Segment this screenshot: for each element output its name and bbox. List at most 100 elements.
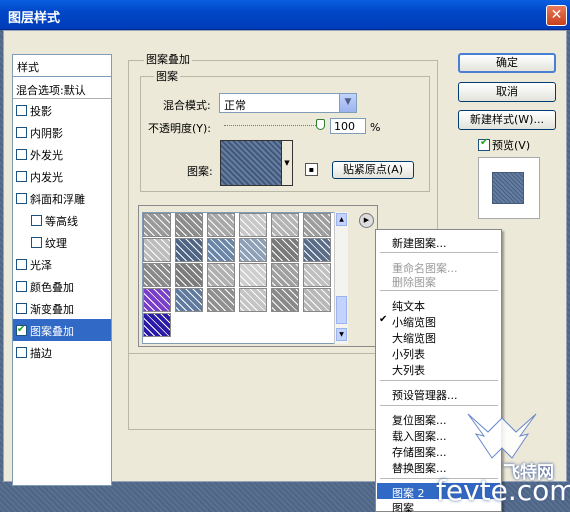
checkbox-icon[interactable] [16,193,27,204]
menu-item[interactable]: 预设管理器... [392,387,458,403]
pattern-grid-scrollbar[interactable]: ▲ ▼ [334,212,348,344]
checkbox-icon[interactable] [16,127,27,138]
checkbox-icon[interactable] [31,215,42,226]
scroll-thumb[interactable] [336,296,347,324]
style-item[interactable]: 描边 [13,341,111,363]
menu-item[interactable]: 大缩览图 [392,330,436,346]
opacity-slider-thumb[interactable] [316,119,325,130]
style-item-label: 图案叠加 [30,325,74,338]
new-preset-icon[interactable]: ▪ [305,163,318,176]
style-item[interactable]: 等高线 [13,209,111,231]
checkbox-icon[interactable] [16,149,27,160]
pattern-swatch-thumb[interactable] [207,238,235,262]
pattern-label: 图案: [187,165,213,178]
menu-item[interactable]: 小列表 [392,346,425,362]
style-item-label: 投影 [30,105,52,118]
checkbox-icon[interactable] [31,237,42,248]
checkbox-icon[interactable] [16,171,27,182]
pattern-swatch-thumb[interactable] [303,238,331,262]
preview-checkbox[interactable]: ✔ 预览(V) [478,137,530,153]
pattern-swatch-thumb[interactable] [175,213,203,237]
pattern-swatch-thumb[interactable] [143,238,171,262]
style-item[interactable]: 内阴影 [13,121,111,143]
pattern-swatch-thumb[interactable] [303,263,331,287]
checkbox-icon[interactable] [16,324,27,336]
style-item[interactable]: 光泽 [13,253,111,275]
pattern-swatch-thumb[interactable] [239,238,267,262]
style-item-label: 等高线 [45,215,78,228]
blend-mode-value: 正常 [224,99,246,112]
style-item[interactable]: 纹理 [13,231,111,253]
checkbox-icon[interactable] [16,303,27,314]
picker-menu-arrow-icon[interactable]: ▶ [359,213,374,228]
opacity-slider-track[interactable] [224,125,324,126]
pattern-swatch-thumb[interactable] [143,213,171,237]
style-item-label: 颜色叠加 [30,281,74,294]
menu-separator [380,380,498,381]
pattern-swatch-thumb[interactable] [271,213,299,237]
style-item-label: 斜面和浮雕 [30,193,85,206]
blend-mode-label: 混合模式: [163,99,211,112]
pattern-swatch-thumb[interactable] [143,288,171,312]
pattern-swatch-thumb[interactable] [175,288,203,312]
cancel-button[interactable]: 取消 [458,82,556,102]
group-title: 图案叠加 [144,51,192,67]
pattern-swatch-thumb[interactable] [303,288,331,312]
menu-item[interactable]: 复位图案... [392,412,447,428]
menu-item[interactable]: 图案 [392,500,414,512]
pattern-swatch-thumb[interactable] [143,313,171,337]
pattern-swatch-thumb[interactable] [271,238,299,262]
checkbox-icon[interactable] [16,105,27,116]
chevron-down-icon[interactable]: ▼ [339,94,356,112]
menu-item[interactable]: 删除图案 [392,274,436,290]
opacity-input[interactable]: 100 [330,118,366,134]
pattern-swatch-thumb[interactable] [175,263,203,287]
menu-separator [380,252,498,253]
menu-item[interactable]: 图案 2 [392,485,425,501]
menu-item[interactable]: 小缩览图 [392,314,436,330]
menu-item[interactable]: 存储图案... [392,444,447,460]
scroll-up-icon[interactable]: ▲ [336,213,347,226]
style-item[interactable]: 颜色叠加 [13,275,111,297]
style-item[interactable]: 内发光 [13,165,111,187]
menu-item[interactable]: 载入图案... [392,428,447,444]
new-style-button[interactable]: 新建样式(W)... [458,110,556,130]
scroll-down-icon[interactable]: ▼ [336,328,347,341]
blend-mode-select[interactable]: 正常 ▼ [219,93,357,113]
pattern-swatch-thumb[interactable] [271,288,299,312]
chevron-down-icon[interactable]: ▼ [282,140,293,186]
pattern-swatch-thumb[interactable] [175,238,203,262]
pattern-swatch-thumb[interactable] [239,288,267,312]
checkmark-icon: ✔ [379,314,388,325]
checkbox-icon[interactable] [16,259,27,270]
close-icon[interactable]: ✕ [546,5,567,26]
checkbox-icon[interactable]: ✔ [478,137,490,151]
opacity-unit: % [370,121,381,134]
pattern-swatch[interactable] [220,140,282,186]
pattern-swatch-thumb[interactable] [271,263,299,287]
style-list-header[interactable]: 样式 [13,55,111,77]
style-item[interactable]: 渐变叠加 [13,297,111,319]
pattern-swatch-thumb[interactable] [207,263,235,287]
snap-origin-button[interactable]: 贴紧原点(A) [332,161,414,179]
menu-item[interactable]: 纯文本 [392,298,425,314]
title-bar [0,0,570,30]
pattern-swatch-thumb[interactable] [303,213,331,237]
pattern-swatch-thumb[interactable] [143,263,171,287]
style-item[interactable]: 投影 [13,99,111,121]
checkbox-icon[interactable] [16,281,27,292]
menu-item[interactable]: 新建图案... [392,235,447,251]
ok-button[interactable]: 确定 [458,53,556,73]
pattern-swatch-thumb[interactable] [239,213,267,237]
pattern-swatch-thumb[interactable] [239,263,267,287]
preview-label: 预览(V) [492,139,531,152]
menu-item[interactable]: 大列表 [392,362,425,378]
pattern-swatch-thumb[interactable] [207,288,235,312]
style-item[interactable]: 外发光 [13,143,111,165]
style-item[interactable]: 图案叠加 [13,319,111,341]
blend-options-item[interactable]: 混合选项:默认 [13,77,111,99]
style-item[interactable]: 斜面和浮雕 [13,187,111,209]
checkbox-icon[interactable] [16,347,27,358]
pattern-swatch-thumb[interactable] [207,213,235,237]
style-item-label: 渐变叠加 [30,303,74,316]
